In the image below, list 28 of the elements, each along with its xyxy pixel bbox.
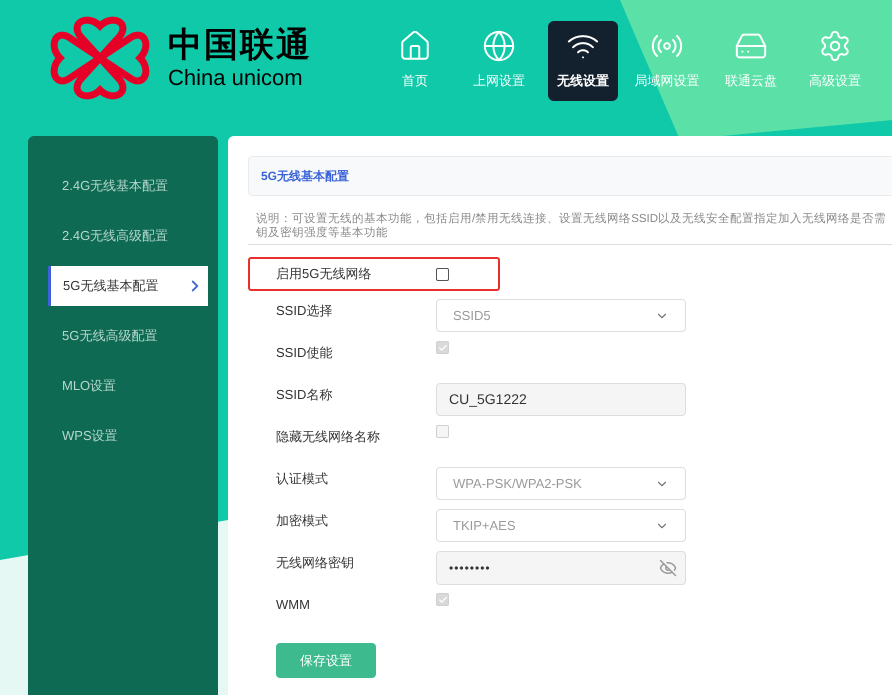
sidebar-item[interactable]: 5G无线高级配置 xyxy=(28,316,218,356)
field-label: 加密模式 xyxy=(275,512,329,530)
logo-title: 中国联通 xyxy=(168,25,312,65)
input-field[interactable]: CU_5G1222 xyxy=(436,383,686,416)
logo-icon xyxy=(48,14,152,102)
description-text: 钥及密钥强度等基本功能 xyxy=(256,226,389,240)
sidebar-item[interactable]: 5G无线基本配置 xyxy=(48,266,208,306)
field-label: SSID名称 xyxy=(275,386,334,404)
sidebar-item[interactable]: 2.4G无线高级配置 xyxy=(28,216,218,256)
section-title: 5G无线基本配置 xyxy=(261,168,350,185)
field-label: WMM xyxy=(275,596,311,614)
logo-subtitle: China unicom xyxy=(168,65,304,91)
sidebar-item[interactable]: 2.4G无线基本配置 xyxy=(28,166,218,206)
globe-icon xyxy=(482,29,516,63)
description-text: 说明：可设置无线的基本功能，包括启用/禁用无线连接、设置无线网络SSID以及无线安全配置指定加入无线网络是否需 xyxy=(256,212,888,226)
field-label: 隐藏无线网络名称 xyxy=(275,428,381,446)
nav-tab[interactable]: 无线设置 xyxy=(548,21,618,101)
field-label: 无线网络密钥 xyxy=(275,554,355,572)
field-label: 启用5G无线网络 xyxy=(275,265,372,284)
password-field[interactable]: •••••••• xyxy=(436,551,686,585)
sidebar-item[interactable]: WPS设置 xyxy=(28,416,218,456)
field-label: SSID使能 xyxy=(275,344,334,362)
checkbox[interactable] xyxy=(436,268,449,280)
save-button[interactable]: 保存设置 xyxy=(276,643,376,678)
sidebar-item[interactable]: MLO设置 xyxy=(28,366,218,406)
field-label: 认证模式 xyxy=(275,470,329,488)
field-label: SSID选择 xyxy=(275,302,334,320)
hide-password-icon[interactable] xyxy=(659,559,677,577)
